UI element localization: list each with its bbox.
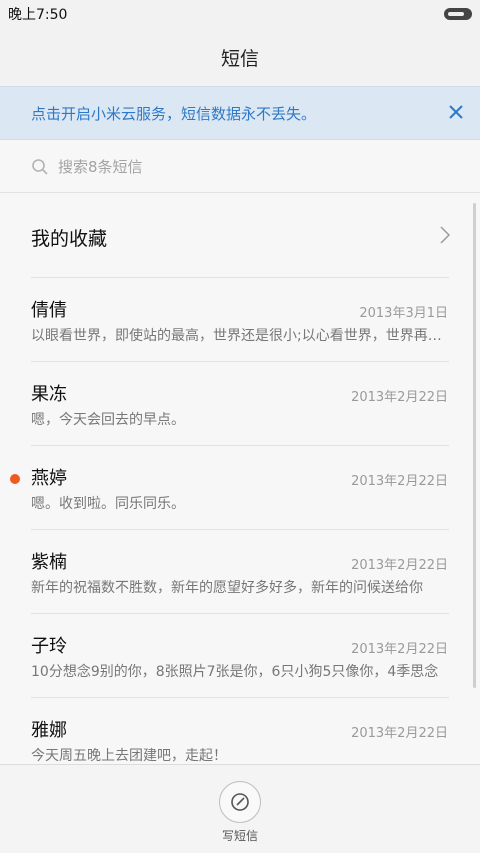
page-title: 短信 (220, 48, 259, 70)
message-preview: 今天周五晚上去团建吧，走起！ (31, 748, 227, 764)
message-date: 2013年2月22日 (351, 558, 448, 573)
contact-name: 果冻 (31, 384, 67, 405)
close-icon[interactable] (448, 104, 464, 120)
contact-name: 燕婷 (31, 468, 67, 489)
contact-name: 雅娜 (31, 720, 67, 741)
message-preview: 以眼看世界，即使站的最高，世界还是很小;以心看世界，世界再小，也是大的 (31, 328, 448, 344)
message-date: 2013年2月22日 (351, 390, 448, 405)
contact-name: 子玲 (31, 636, 67, 657)
battery-icon (444, 8, 472, 20)
search-input[interactable] (58, 155, 438, 179)
contact-name: 紫楠 (31, 552, 67, 573)
conversation-row[interactable]: 雅娜 2013年2月22日 今天周五晚上去团建吧，走起！ (0, 698, 480, 764)
message-preview: 新年的祝福数不胜数，新年的愿望好多好多，新年的问候送给你 (31, 580, 423, 596)
contact-name: 倩倩 (31, 300, 67, 321)
conversation-row[interactable]: 倩倩 2013年3月1日 以眼看世界，即使站的最高，世界还是很小;以心看世界，世… (0, 278, 480, 362)
chevron-right-icon (440, 226, 450, 244)
search-bar[interactable] (0, 141, 480, 193)
compose-button[interactable] (219, 781, 261, 823)
compose-icon (231, 793, 249, 811)
message-date: 2013年2月22日 (351, 474, 448, 489)
conversation-row[interactable]: 果冻 2013年2月22日 嗯，今天会回去的早点。 (0, 362, 480, 446)
favorites-row[interactable]: 我的收藏 (0, 194, 480, 278)
battery-level (448, 12, 464, 16)
message-preview: 10分想念9别的你，8张照片7张是你，6只小狗5只像你，4季思念 (31, 664, 439, 680)
message-preview: 嗯。收到啦。同乐同乐。 (31, 496, 185, 512)
cloud-service-banner[interactable]: 点击开启小米云服务，短信数据永不丢失。 (0, 86, 480, 140)
message-date: 2013年2月22日 (351, 726, 448, 741)
conversation-row[interactable]: 紫楠 2013年2月22日 新年的祝福数不胜数，新年的愿望好多好多，新年的问候送… (0, 530, 480, 614)
search-icon (32, 159, 48, 175)
scrollbar[interactable] (473, 203, 476, 688)
conversation-list[interactable]: 我的收藏 倩倩 2013年3月1日 以眼看世界，即使站的最高，世界还是很小;以心… (0, 194, 480, 764)
message-date: 2013年2月22日 (351, 642, 448, 657)
status-time: 晚上7:50 (8, 7, 68, 23)
status-bar: 晚上7:50 (0, 0, 480, 28)
compose-label[interactable]: 写短信 (0, 827, 480, 844)
conversation-row[interactable]: 子玲 2013年2月22日 10分想念9别的你，8张照片7张是你，6只小狗5只像… (0, 614, 480, 698)
unread-dot-icon (10, 474, 20, 484)
message-date: 2013年3月1日 (359, 306, 448, 321)
conversation-row[interactable]: 燕婷 2013年2月22日 嗯。收到啦。同乐同乐。 (0, 446, 480, 530)
banner-text[interactable]: 点击开启小米云服务，短信数据永不丢失。 (31, 103, 316, 124)
message-preview: 嗯，今天会回去的早点。 (31, 412, 185, 428)
bottom-bar: 写短信 (0, 764, 480, 853)
favorites-label: 我的收藏 (31, 228, 108, 250)
title-bar: 短信 (0, 28, 480, 86)
